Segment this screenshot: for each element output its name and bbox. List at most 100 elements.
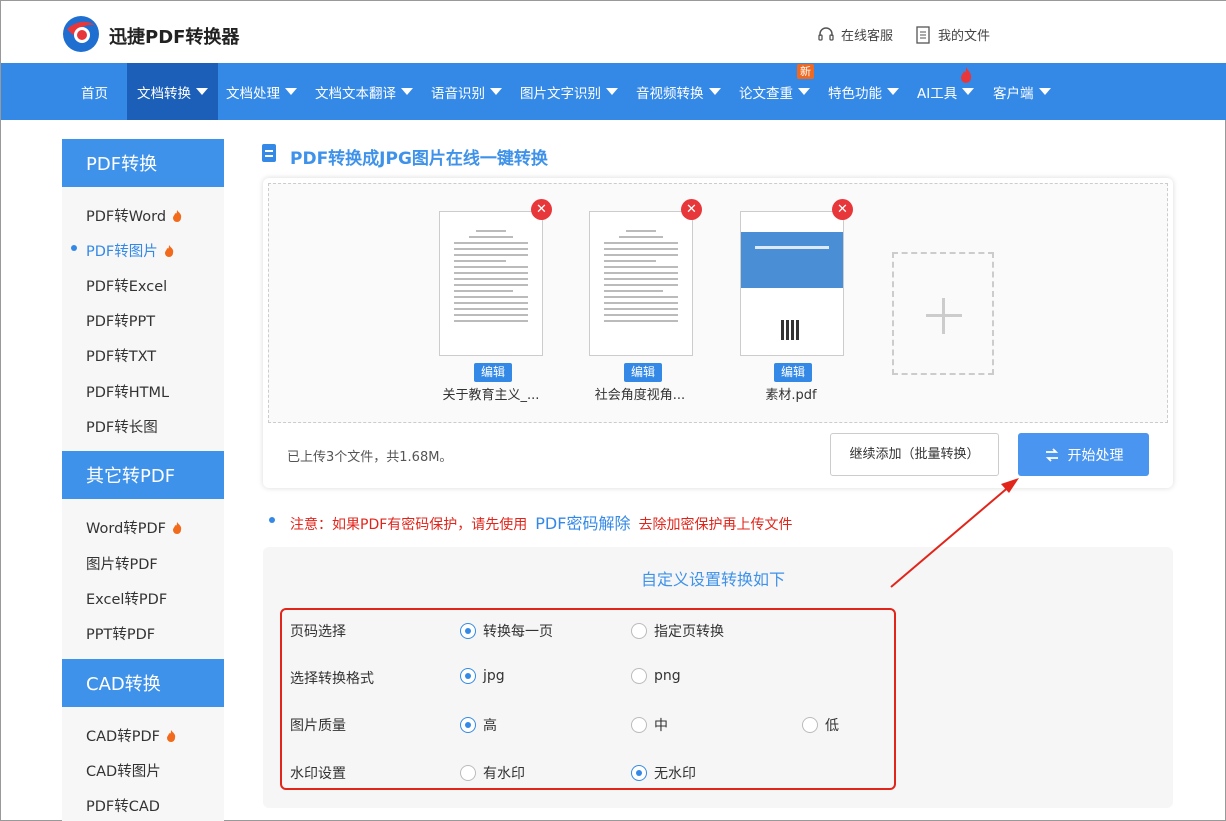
radio-checked-icon	[460, 623, 476, 639]
sidebar-item-cad-image[interactable]: CAD转图片	[86, 760, 161, 781]
page-title-icon	[262, 144, 276, 162]
radio-quality-medium[interactable]: 中	[631, 715, 668, 735]
my-files-link[interactable]: 我的文件	[914, 25, 990, 44]
nav-label: 文档转换	[137, 85, 191, 102]
logo-text[interactable]: 迅捷PDF转换器	[109, 23, 239, 49]
sidebar-item-label: PDF转Word	[86, 209, 167, 225]
sidebar-group-to-pdf[interactable]: 其它转PDF	[62, 451, 224, 499]
sidebar-item-label: CAD转图片	[86, 764, 161, 780]
radio-checked-icon	[460, 717, 476, 733]
sidebar-item-pdf-ppt[interactable]: PDF转PPT	[86, 310, 155, 331]
sidebar-item-pdf-cad[interactable]: PDF转CAD	[86, 795, 160, 816]
radio-label: 无水印	[654, 766, 696, 782]
sidebar-item-excel-pdf[interactable]: Excel转PDF	[86, 588, 167, 609]
start-process-button[interactable]: 开始处理	[1018, 433, 1149, 476]
radio-no-watermark[interactable]: 无水印	[631, 763, 696, 783]
file-name: 社会角度视角...	[594, 388, 686, 403]
notice-suffix: 去除加密保护再上传文件	[638, 517, 793, 533]
edit-file-button[interactable]: 编辑	[774, 363, 812, 382]
sidebar-item-label: Word转PDF	[86, 521, 167, 537]
sidebar-group-cad[interactable]: CAD转换	[62, 659, 224, 707]
radio-format-jpg[interactable]: jpg	[460, 668, 505, 684]
remove-file-button[interactable]: ✕	[832, 199, 853, 220]
watermark-label: 水印设置	[290, 766, 346, 782]
highlight-box	[280, 608, 896, 790]
sidebar-item-label: PPT转PDF	[86, 627, 156, 643]
drop-zone[interactable]	[268, 183, 1168, 423]
file-thumbnail[interactable]	[589, 211, 693, 356]
nav-label: 首页	[81, 85, 108, 102]
nav-client[interactable]: 客户端	[983, 63, 1061, 120]
caret-down-icon	[285, 88, 297, 95]
logo-icon[interactable]	[61, 15, 101, 53]
radio-with-watermark[interactable]: 有水印	[460, 763, 525, 783]
radio-format-png[interactable]: png	[631, 668, 681, 684]
file-thumbnail[interactable]	[740, 211, 844, 356]
nav-translate[interactable]: 文档文本翻译	[305, 63, 423, 120]
sidebar-item-pdf-txt[interactable]: PDF转TXT	[86, 345, 156, 366]
edit-file-button[interactable]: 编辑	[624, 363, 662, 382]
password-notice: 注意：如果PDF有密码保护，请先使用 PDF密码解除 去除加密保护再上传文件	[290, 510, 792, 534]
online-service-label: 在线客服	[841, 29, 894, 44]
radio-unchecked-icon	[802, 717, 818, 733]
caret-down-icon	[708, 88, 721, 95]
upload-summary: 已上传3个文件，共1.68M。	[287, 450, 453, 465]
page-title: PDF转换成JPG图片在线一键转换	[290, 149, 548, 169]
radio-checked-icon	[460, 668, 476, 684]
radio-label: 转换每一页	[483, 624, 553, 640]
document-icon	[916, 25, 930, 44]
nav-features[interactable]: 特色功能	[818, 63, 909, 120]
sidebar-item-label: PDF转长图	[86, 420, 158, 436]
sidebar-item-pdf-word[interactable]: PDF转Word	[86, 205, 183, 226]
nav-label: 文档文本翻译	[315, 85, 396, 102]
radio-label: 指定页转换	[654, 624, 724, 640]
file-thumbnail[interactable]	[439, 211, 543, 356]
sidebar-item-image-pdf[interactable]: 图片转PDF	[86, 553, 158, 574]
nav-doc-convert[interactable]: 文档转换	[127, 63, 218, 120]
remove-file-button[interactable]: ✕	[681, 199, 702, 220]
fire-icon	[173, 521, 182, 534]
radio-quality-low[interactable]: 低	[802, 715, 839, 735]
caret-down-icon	[606, 88, 618, 95]
caret-down-icon	[196, 88, 208, 95]
sidebar-item-ppt-pdf[interactable]: PPT转PDF	[86, 623, 155, 644]
add-file-button[interactable]	[892, 252, 994, 375]
page-preview	[604, 230, 678, 326]
notice-prefix: 注意：如果PDF有密码保护，请先使用	[290, 517, 528, 533]
sidebar-item-label: CAD转PDF	[86, 729, 160, 745]
nav-ocr[interactable]: 图片文字识别	[510, 63, 628, 120]
nav-label: 音视频转换	[636, 85, 704, 102]
sidebar-item-word-pdf[interactable]: Word转PDF	[86, 517, 183, 538]
nav-home[interactable]: 首页	[71, 63, 118, 120]
file-name: 关于教育主义_...	[442, 388, 540, 403]
sidebar-item-cad-pdf[interactable]: CAD转PDF	[86, 725, 177, 746]
quality-label: 图片质量	[290, 718, 346, 734]
caret-down-icon	[1038, 88, 1051, 95]
radio-label: 低	[825, 718, 839, 734]
cover-text-line	[755, 246, 829, 249]
nav-label: 特色功能	[828, 85, 882, 102]
fire-icon	[164, 244, 173, 257]
pdf-unlock-link[interactable]: PDF密码解除	[535, 510, 630, 534]
nav-av-convert[interactable]: 音视频转换	[626, 63, 731, 120]
radio-quality-high[interactable]: 高	[460, 715, 497, 735]
nav-doc-process[interactable]: 文档处理	[216, 63, 307, 120]
continue-add-button[interactable]: 继续添加（批量转换）	[830, 433, 999, 476]
online-service-link[interactable]: 在线客服	[817, 25, 893, 44]
radio-unchecked-icon	[631, 623, 647, 639]
start-process-label: 开始处理	[1067, 447, 1124, 464]
fire-icon	[166, 729, 176, 742]
radio-convert-all-pages[interactable]: 转换每一页	[460, 621, 553, 641]
radio-unchecked-icon	[631, 668, 647, 684]
sidebar-item-pdf-long-image[interactable]: PDF转长图	[86, 416, 158, 437]
radio-label: png	[654, 668, 681, 684]
radio-specific-pages[interactable]: 指定页转换	[631, 621, 724, 641]
sidebar-item-pdf-excel[interactable]: PDF转Excel	[86, 275, 167, 296]
remove-file-button[interactable]: ✕	[531, 199, 552, 220]
sidebar-group-pdf-convert[interactable]: PDF转换	[62, 139, 224, 187]
sidebar-item-pdf-html[interactable]: PDF转HTML	[86, 381, 169, 402]
swap-icon	[1045, 447, 1058, 462]
sidebar-item-pdf-image[interactable]: PDF转图片	[86, 240, 175, 261]
nav-speech[interactable]: 语音识别	[421, 63, 512, 120]
edit-file-button[interactable]: 编辑	[474, 363, 512, 382]
